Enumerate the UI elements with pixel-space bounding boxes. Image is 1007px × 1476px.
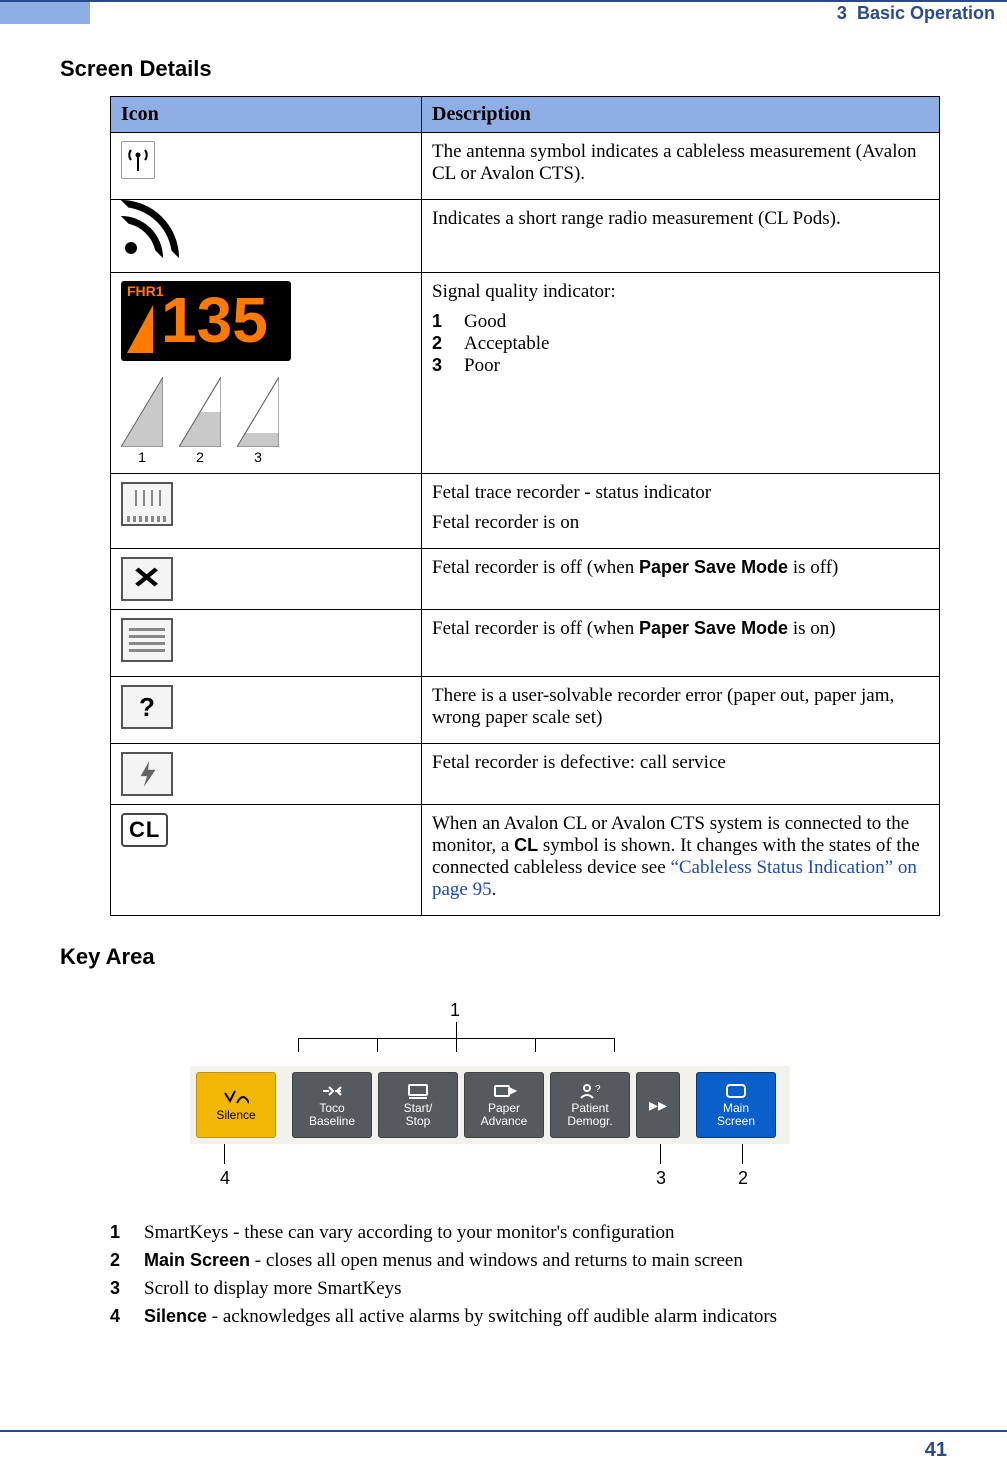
patient-demogr-key[interactable]: ? Patient Demogr. xyxy=(550,1072,630,1138)
recorder-off-icon: ✕ xyxy=(121,557,173,601)
table-row: Indicates a short range radio measuremen… xyxy=(111,200,940,273)
desc-text: Fetal recorder is off (when Paper Save M… xyxy=(432,618,929,640)
start-stop-key[interactable]: Start/ Stop xyxy=(378,1072,458,1138)
list-item: 4Silence - acknowledges all active alarm… xyxy=(110,1306,947,1328)
cl-status-icon: CL xyxy=(121,813,168,847)
screen-details-table: Icon Description The antenna symbo xyxy=(110,96,940,916)
desc-text: The antenna symbol indicates a cableless… xyxy=(432,141,929,185)
recorder-off-psm-icon xyxy=(121,618,173,662)
fhr-value: 135 xyxy=(161,283,285,357)
svg-text:?: ? xyxy=(595,1084,601,1095)
double-arrow-icon: ▸▸ xyxy=(649,1095,667,1116)
chapter-title: 3 Basic Operation xyxy=(837,0,995,26)
signal-bar-half-icon xyxy=(179,377,221,447)
table-row: Fetal trace recorder - status indicator … xyxy=(111,474,940,549)
signal-bar-full-icon xyxy=(121,377,163,447)
list-item: 2Main Screen - closes all open menus and… xyxy=(110,1250,947,1272)
page-number: 41 xyxy=(925,1439,947,1462)
antenna-icon xyxy=(121,141,155,179)
desc-text: When an Avalon CL or Avalon CTS system i… xyxy=(432,813,929,901)
callout-label: 1 xyxy=(450,1000,460,1021)
table-header-icon: Icon xyxy=(111,97,422,133)
recorder-defect-icon xyxy=(121,752,173,796)
table-row: ✕ Fetal recorder is off (when Paper Save… xyxy=(111,549,940,610)
recorder-on-icon xyxy=(121,482,173,526)
key-area-figure: 1 Silence Toco Baseline Start/ Stop xyxy=(190,1000,790,1200)
recorder-error-icon: ? xyxy=(121,685,173,729)
silence-key[interactable]: Silence xyxy=(196,1072,276,1138)
desc-text: Fetal recorder is defective: call servic… xyxy=(432,752,929,774)
list-item: 3Scroll to display more SmartKeys xyxy=(110,1278,947,1300)
page-header: 3 Basic Operation xyxy=(0,0,1007,26)
table-row: Fetal recorder is defective: call servic… xyxy=(111,744,940,805)
desc-text: Fetal recorder is off (when Paper Save M… xyxy=(432,557,929,579)
main-screen-key[interactable]: Main Screen xyxy=(696,1072,776,1138)
table-header-desc: Description xyxy=(422,97,940,133)
callout-label: 2 xyxy=(738,1168,748,1189)
desc-text: Signal quality indicator: xyxy=(432,281,929,303)
toco-baseline-key[interactable]: Toco Baseline xyxy=(292,1072,372,1138)
signal-triangle-icon xyxy=(127,305,153,353)
short-range-radio-icon xyxy=(121,208,171,258)
signal-bar-low-icon xyxy=(237,377,279,447)
desc-text: There is a user-solvable recorder error … xyxy=(432,685,929,729)
footer-rule xyxy=(0,1430,1007,1432)
table-row: CL When an Avalon CL or Avalon CTS syste… xyxy=(111,805,940,916)
desc-text: Indicates a short range radio measuremen… xyxy=(432,208,929,230)
list-item: 1SmartKeys - these can vary according to… xyxy=(110,1222,947,1244)
paper-advance-key[interactable]: Paper Advance xyxy=(464,1072,544,1138)
table-row: FHR1 135 1 xyxy=(111,273,940,474)
key-area-legend: 1SmartKeys - these can vary according to… xyxy=(110,1222,947,1328)
table-row: The antenna symbol indicates a cableless… xyxy=(111,133,940,200)
desc-text: Fetal trace recorder - status indicator xyxy=(432,482,929,504)
section-heading-key-area: Key Area xyxy=(0,944,947,970)
chapter-number: 3 xyxy=(837,3,847,23)
callout-label: 4 xyxy=(220,1168,230,1189)
table-row: Fetal recorder is off (when Paper Save M… xyxy=(111,610,940,677)
scroll-smartkeys-button[interactable]: ▸▸ xyxy=(636,1072,680,1138)
signal-quality-icon: FHR1 135 1 xyxy=(121,281,331,465)
section-heading-screen-details: Screen Details xyxy=(0,56,947,82)
table-row: ? There is a user-solvable recorder erro… xyxy=(111,677,940,744)
callout-label: 3 xyxy=(656,1168,666,1189)
fhr-label: FHR1 xyxy=(127,283,164,299)
desc-text: Fetal recorder is on xyxy=(432,512,929,534)
